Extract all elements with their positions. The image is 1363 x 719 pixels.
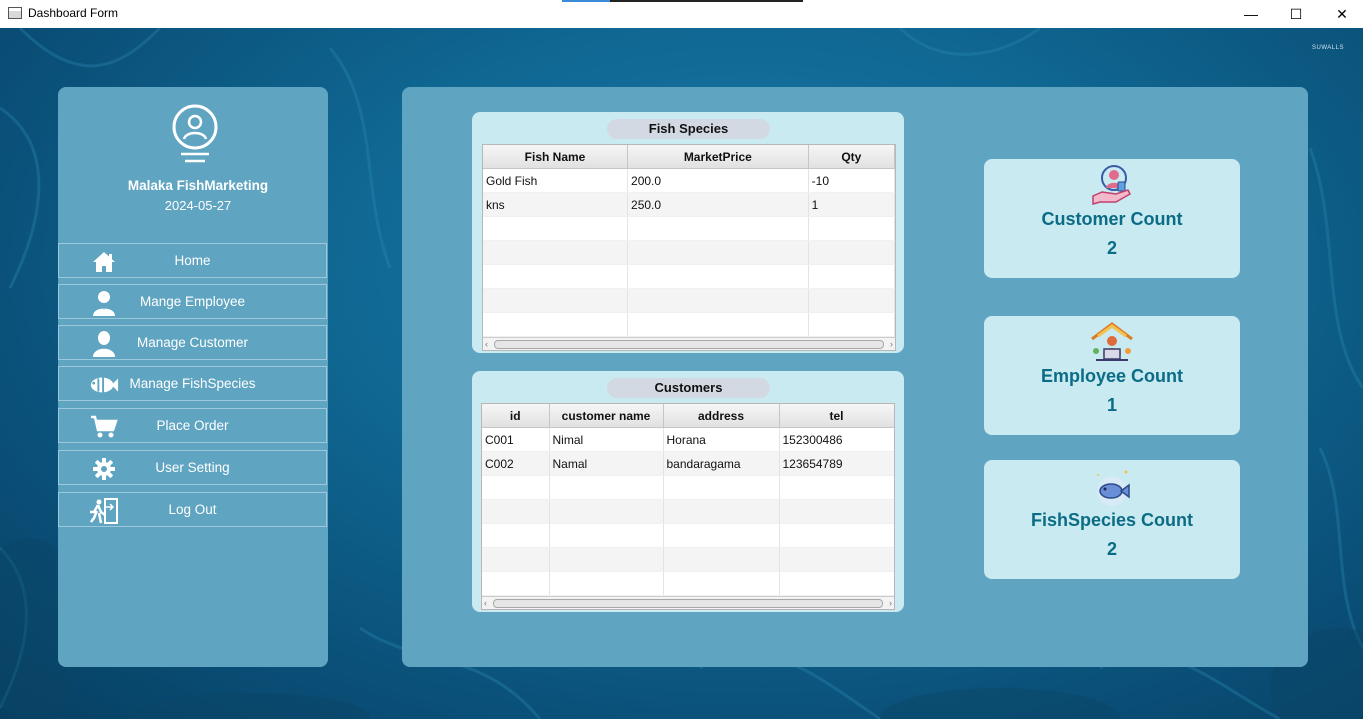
column-header-market-price[interactable]: MarketPrice: [627, 145, 809, 169]
employee-count-card: Employee Count 1: [984, 316, 1240, 435]
table-cell: 123654789: [779, 451, 894, 476]
customers-table[interactable]: id customer name address tel C001 Nimal …: [481, 403, 895, 610]
current-date: 2024-05-27: [164, 198, 232, 213]
table-cell: 250.0: [627, 192, 809, 217]
customer-count-card: Customer Count 2: [984, 159, 1240, 278]
scroll-left-arrow-icon[interactable]: ‹: [485, 338, 488, 350]
minimize-button[interactable]: —: [1228, 0, 1274, 28]
user-avatar-icon: [172, 104, 218, 163]
table-cell: -10: [808, 168, 895, 193]
table-cell: 200.0: [627, 168, 809, 193]
fish-species-title: Fish Species: [607, 119, 770, 139]
nav-home-button[interactable]: Home: [58, 243, 327, 278]
table-cell: 152300486: [779, 427, 894, 452]
watermark-text: SUWALLS: [1312, 45, 1344, 51]
fishspecies-count-label: FishSpecies Count: [1030, 510, 1194, 530]
table-row[interactable]: C001 Nimal Horana 152300486: [482, 427, 894, 452]
empty-row: [482, 547, 894, 572]
scrollbar-thumb[interactable]: [494, 340, 884, 349]
maximize-button[interactable]: ☐: [1273, 0, 1319, 28]
empty-row: [483, 264, 895, 289]
nav-place-order-label: Place Order: [156, 418, 229, 433]
customer-service-icon: [1092, 165, 1131, 205]
scroll-right-arrow-icon[interactable]: ›: [889, 597, 892, 609]
work-from-home-icon: [1091, 322, 1133, 361]
customer-count-value: 2: [1106, 238, 1117, 258]
app-icon: [8, 7, 22, 19]
scroll-right-arrow-icon[interactable]: ›: [890, 338, 893, 350]
scroll-left-arrow-icon[interactable]: ‹: [484, 597, 487, 609]
table-row[interactable]: kns 250.0 1: [483, 192, 895, 217]
customers-title: Customers: [607, 378, 770, 398]
nav-manage-employee-label: Mange Employee: [139, 294, 246, 309]
empty-row: [482, 475, 894, 500]
table-cell: C002: [482, 451, 550, 476]
empty-row: [482, 499, 894, 524]
table-header-row: id customer name address tel: [482, 404, 894, 428]
customers-card: Customers id customer name address tel C…: [472, 371, 904, 612]
table-row[interactable]: C002 Namal bandaragama 123654789: [482, 451, 894, 476]
empty-row: [483, 288, 895, 313]
fish-species-card: Fish Species Fish Name MarketPrice Qty G…: [472, 112, 904, 353]
fishspecies-count-card: FishSpecies Count 2: [984, 460, 1240, 579]
column-header-qty[interactable]: Qty: [808, 145, 895, 169]
fish-species-table[interactable]: Fish Name MarketPrice Qty Gold Fish 200.…: [482, 144, 896, 351]
nav-manage-fishspecies-label: Manage FishSpecies: [129, 376, 256, 391]
empty-row: [483, 216, 895, 241]
table-row[interactable]: Gold Fish 200.0 -10: [483, 168, 895, 193]
company-name: Malaka FishMarketing: [127, 178, 269, 193]
table-header-row: Fish Name MarketPrice Qty: [483, 145, 895, 169]
table-cell: bandaragama: [663, 451, 780, 476]
empty-row: [482, 571, 894, 596]
nav-log-out-label: Log Out: [168, 502, 217, 517]
empty-row: [482, 523, 894, 548]
fishspecies-count-value: 2: [1106, 539, 1117, 559]
nav-manage-employee-button[interactable]: Mange Employee: [58, 284, 327, 319]
nav-manage-customer-label: Manage Customer: [136, 335, 249, 350]
empty-row: [483, 240, 895, 265]
nav-log-out-button[interactable]: Log Out: [58, 492, 327, 527]
nav-user-setting-button[interactable]: User Setting: [58, 450, 327, 485]
horizontal-scrollbar[interactable]: ‹ ›: [482, 596, 894, 609]
empty-row: [483, 312, 895, 337]
employee-count-label: Employee Count: [1040, 366, 1183, 386]
table-cell: Horana: [663, 427, 780, 452]
title-bar: Dashboard Form — ☐ ✕: [0, 0, 1363, 28]
customer-count-label: Customer Count: [1041, 209, 1183, 229]
fish-icon: [1097, 470, 1130, 506]
scrollbar-thumb[interactable]: [493, 599, 883, 608]
table-cell: 1: [808, 192, 895, 217]
table-cell: kns: [483, 192, 629, 217]
nav-manage-customer-button[interactable]: Manage Customer: [58, 325, 327, 360]
table-cell: C001: [482, 427, 550, 452]
nav-home-label: Home: [174, 253, 211, 268]
table-cell: Nimal: [549, 427, 664, 452]
horizontal-scrollbar[interactable]: ‹ ›: [483, 337, 895, 350]
column-header-fish-name[interactable]: Fish Name: [483, 145, 629, 169]
column-header-tel[interactable]: tel: [779, 404, 894, 428]
window-title: Dashboard Form: [28, 6, 119, 20]
column-header-address[interactable]: address: [663, 404, 780, 428]
close-button[interactable]: ✕: [1319, 0, 1363, 28]
employee-count-value: 1: [1106, 395, 1117, 415]
table-cell: Gold Fish: [483, 168, 629, 193]
focus-indicator: [562, 0, 803, 2]
column-header-customer-name[interactable]: customer name: [549, 404, 664, 428]
column-header-id[interactable]: id: [482, 404, 550, 428]
nav-place-order-button[interactable]: Place Order: [58, 408, 327, 443]
nav-user-setting-label: User Setting: [155, 460, 230, 475]
nav-manage-fishspecies-button[interactable]: Manage FishSpecies: [58, 366, 327, 401]
table-cell: Namal: [549, 451, 664, 476]
